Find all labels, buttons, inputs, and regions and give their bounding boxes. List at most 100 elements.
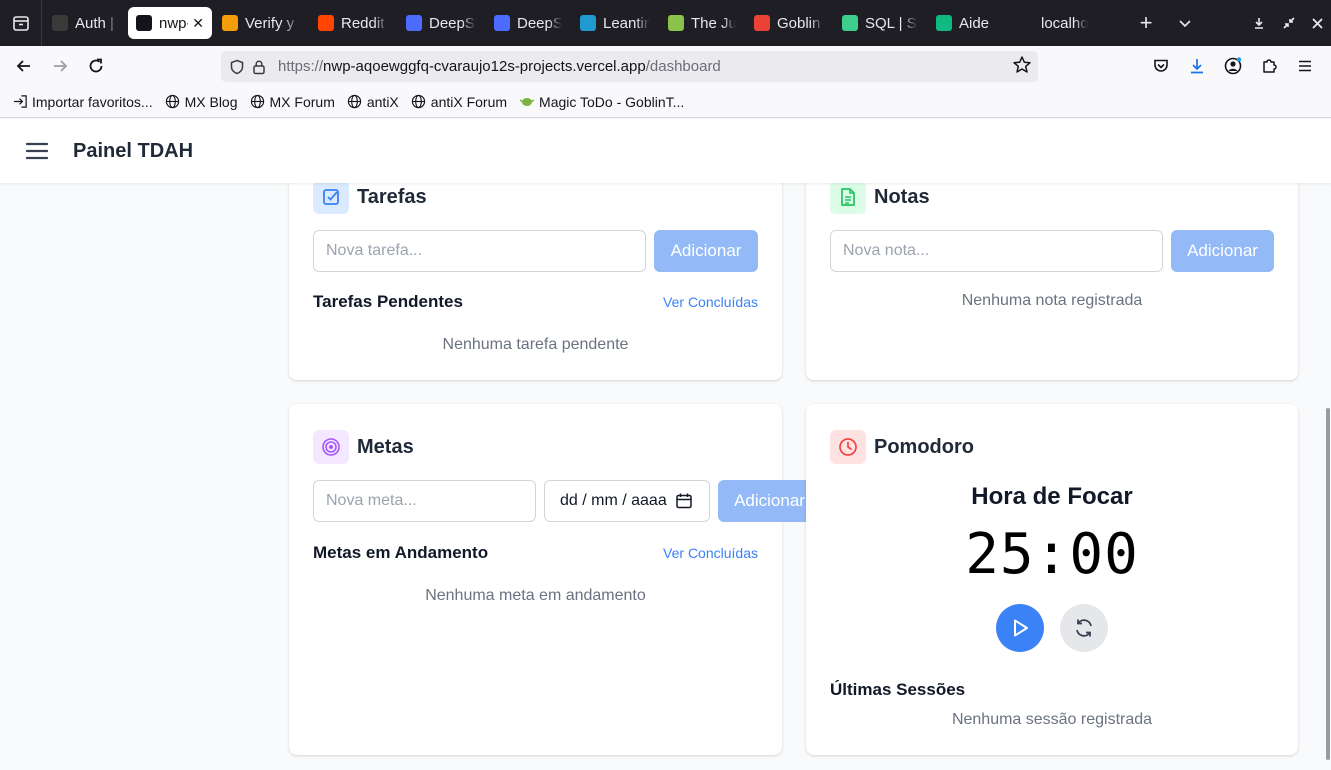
add-task-button[interactable]: Adicionar [654,230,758,272]
tasks-empty-message: Nenhuma tarefa pendente [442,336,629,353]
tab-favicon-icon [494,15,510,31]
tab-favicon-icon [222,15,238,31]
goals-in-progress-title: Metas em Andamento [313,543,489,562]
globe-icon [347,94,363,110]
tab-list-icon[interactable] [0,0,42,46]
browser-tab[interactable]: localho [1010,7,1096,39]
bookmark-item[interactable]: MX Forum [250,94,335,110]
browser-tab[interactable]: Verify y [214,7,308,39]
globe-icon [165,94,181,110]
goals-empty-message: Nenhuma meta em andamento [425,587,646,604]
pomodoro-title: Pomodoro [874,435,974,458]
recent-sessions-title: Últimas Sessões [830,680,966,699]
bookmark-item[interactable]: Magic ToDo - GoblinT... [519,94,684,110]
tab-title: Auth | [75,14,114,32]
goal-date-placeholder: dd / mm / aaaa [560,492,667,509]
pocket-icon[interactable] [1143,50,1179,82]
browser-tab[interactable]: nwp- ✕ [128,7,212,39]
clock-icon [830,430,866,464]
pomodoro-mode-label: Hora de Focar [971,483,1133,510]
add-note-button[interactable]: Adicionar [1171,230,1274,272]
new-note-input[interactable]: Nova nota... [830,230,1163,272]
bookmark-label: antiX Forum [430,93,508,110]
account-icon[interactable] [1215,50,1251,82]
reload-icon[interactable] [78,50,114,82]
tab-favicon-icon [406,15,422,31]
tab-title: DeepSe [429,14,476,32]
hamburger-menu-icon[interactable] [25,139,49,163]
browser-tab[interactable]: SQL | S [834,7,926,39]
browser-tab[interactable]: The Juc [660,7,744,39]
tasks-card: Tarefas Nova tarefa... Adicionar Tarefas… [289,183,782,380]
bookmark-label: MX Forum [269,93,335,110]
bookmark-item[interactable]: antiX Forum [411,94,507,110]
bookmark-star-icon[interactable] [1012,55,1032,80]
goal-date-input[interactable]: dd / mm / aaaa [544,480,710,522]
url-path: /dashboard [645,58,721,75]
bookmarks-bar: Importar favoritos... MX Blog MX Forum anti… [0,86,1331,118]
extensions-puzzle-icon[interactable] [1251,50,1287,82]
tab-title: The Juc [691,14,736,32]
calendar-icon[interactable] [675,492,693,515]
tab-title: localho [1041,14,1088,32]
tasks-title: Tarefas [357,185,427,208]
app-menu-icon[interactable] [1287,50,1323,82]
lock-icon[interactable] [248,56,270,78]
tab-favicon-icon [936,15,952,31]
back-icon[interactable] [6,50,42,82]
view-completed-goals-link[interactable]: Ver Concluídas [663,545,758,561]
reset-button[interactable] [1060,604,1108,652]
close-window-icon[interactable] [1303,0,1331,46]
address-bar[interactable]: https://nwp-aqoewggfq-cvaraujo12s-projec… [221,51,1038,82]
goals-title: Metas [357,435,414,458]
restore-window-icon[interactable] [1275,0,1303,46]
tab-title: Reddit [341,14,385,32]
bookmark-item[interactable]: antiX [347,94,399,110]
goals-card: Metas Nova meta... dd / mm / aaaa Adicio… [289,404,821,755]
browser-tab[interactable]: DeepSe [486,7,570,39]
tab-favicon-icon [1018,15,1034,31]
notes-card: Notas Nova nota... Adicionar Nenhuma not… [806,183,1298,380]
browser-tab[interactable]: Goblin [746,7,832,39]
browser-tab[interactable]: Reddit [310,7,396,39]
import-icon [12,94,28,110]
tab-favicon-icon [842,15,858,31]
bookmark-label: Magic ToDo - GoblinT... [539,93,685,110]
globe-icon [250,94,266,110]
tab-title: SQL | S [865,14,917,32]
bookmark-item[interactable]: MX Blog [165,94,238,110]
new-task-input[interactable]: Nova tarefa... [313,230,646,272]
app-header: Painel TDAH [0,119,1331,183]
browser-tab[interactable]: DeepSe [398,7,484,39]
tab-favicon-icon [580,15,596,31]
browser-tab[interactable]: Aide [928,7,1008,39]
pomodoro-timer: 25:00 [965,522,1139,587]
tab-title: Verify y [245,14,295,32]
bookmark-item[interactable]: Importar favoritos... [12,94,153,110]
tracking-protection-shield-icon[interactable] [226,56,248,78]
tab-overflow-chevron-icon[interactable] [1165,0,1205,46]
target-icon [313,430,349,464]
forward-icon[interactable] [42,50,78,82]
page-scrollbar[interactable] [1326,408,1330,760]
new-tab-button[interactable]: + [1127,0,1165,46]
url-text[interactable]: https://nwp-aqoewggfq-cvaraujo12s-projec… [278,58,721,75]
browser-tab-bar: Auth | nwp-✕ Verify y Reddit DeepSe DeepSe Lea… [0,0,1331,46]
bookmark-label: Importar favoritos... [32,93,153,110]
downloads-icon[interactable] [1179,50,1215,82]
dashboard-content: Tarefas Nova tarefa... Adicionar Tarefas… [0,183,1331,770]
app-title: Painel TDAH [73,139,194,162]
notes-title: Notas [874,185,930,208]
view-completed-tasks-link[interactable]: Ver Concluídas [663,294,758,310]
tab-close-icon[interactable]: ✕ [192,15,204,32]
browser-tab[interactable]: Auth | [44,7,126,39]
browser-tab[interactable]: Leantin [572,7,658,39]
url-scheme: https:// [278,58,324,75]
new-goal-input[interactable]: Nova meta... [313,480,536,522]
minimize-window-icon[interactable] [1243,0,1275,46]
play-button[interactable] [996,604,1044,652]
bookmark-label: antiX [366,93,399,110]
tab-favicon-icon [318,15,334,31]
url-host: nwp-aqoewggfq-cvaraujo12s-projects.verce… [323,58,646,75]
tab-title: nwp- [159,14,189,32]
